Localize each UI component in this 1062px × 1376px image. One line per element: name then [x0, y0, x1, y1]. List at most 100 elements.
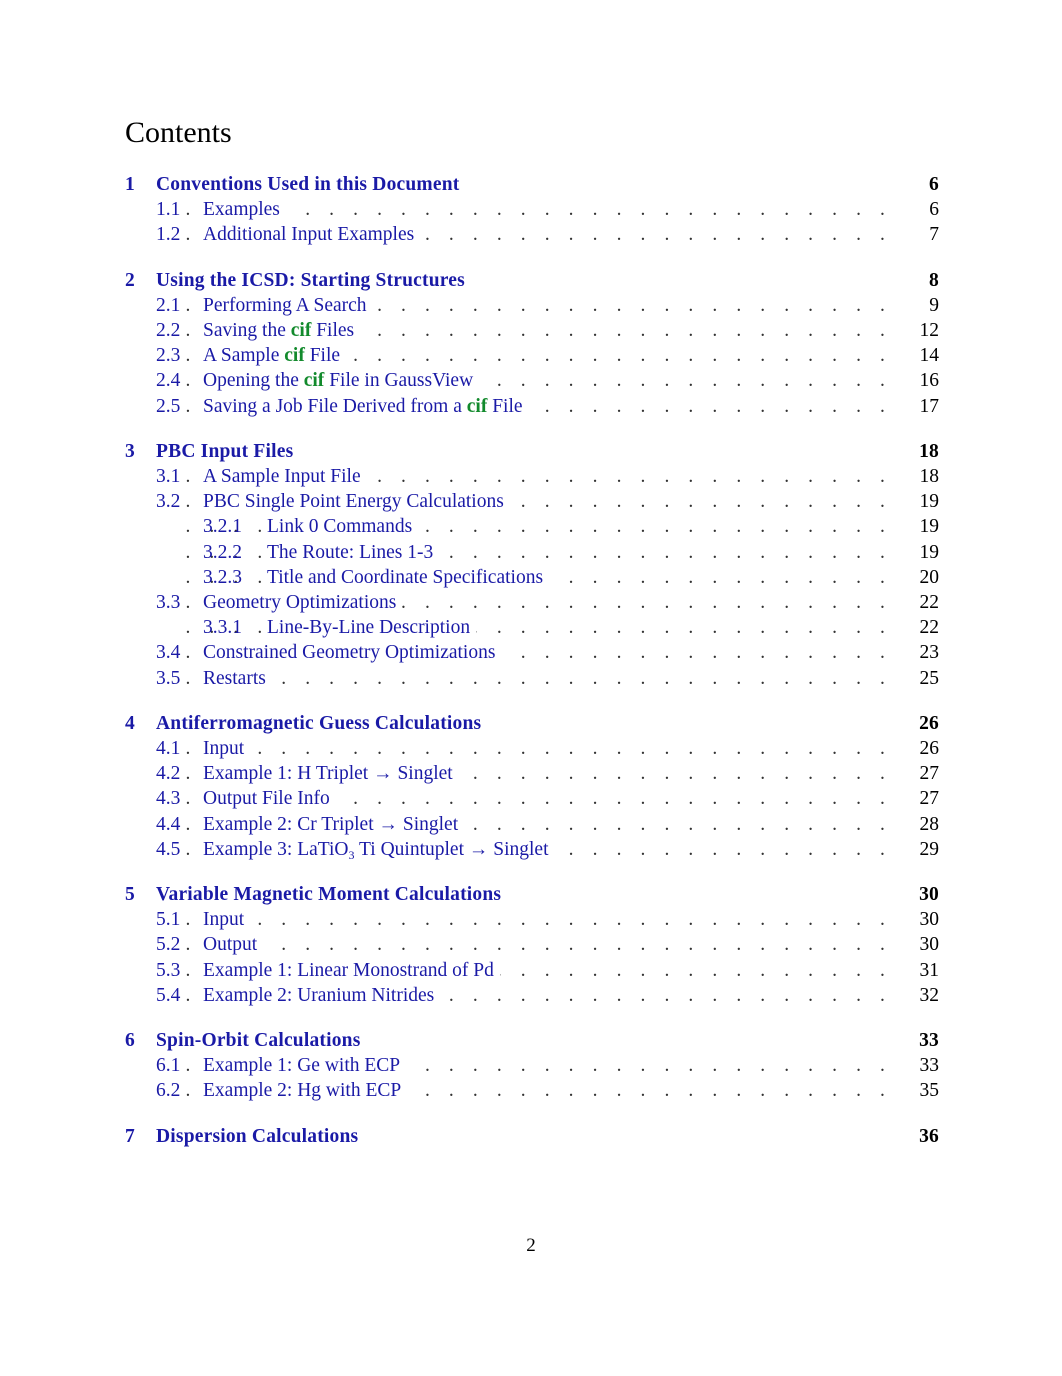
- toc-subsubsection[interactable]: . . . . . . . . . . . . . . . . . . . . …: [0, 565, 1062, 590]
- toc-subsection[interactable]: . . . . . . . . . . . . . . . . . . . . …: [0, 958, 1062, 983]
- toc-subsubsection[interactable]: . . . . . . . . . . . . . . . . . . . . …: [0, 540, 1062, 565]
- toc-page-number[interactable]: 30: [920, 908, 940, 932]
- toc-entry-number[interactable]: 6.1: [156, 1054, 180, 1078]
- toc-subsection[interactable]: . . . . . . . . . . . . . . . . . . . . …: [0, 223, 1062, 248]
- toc-entry-title[interactable]: The Route: Lines 1-3: [267, 540, 440, 565]
- toc-subsection[interactable]: . . . . . . . . . . . . . . . . . . . . …: [0, 293, 1062, 318]
- toc-entry-title[interactable]: Line-By-Line Description: [267, 616, 477, 641]
- toc-page-number[interactable]: 36: [919, 1125, 939, 1149]
- toc-entry-title[interactable]: Link 0 Commands: [267, 515, 419, 540]
- toc-subsection[interactable]: . . . . . . . . . . . . . . . . . . . . …: [0, 787, 1062, 812]
- toc-page-number[interactable]: 27: [920, 787, 940, 811]
- toc-page-number[interactable]: 30: [919, 883, 939, 907]
- toc-page-number[interactable]: 9: [929, 294, 939, 318]
- toc-subsection[interactable]: . . . . . . . . . . . . . . . . . . . . …: [0, 369, 1062, 394]
- toc-page-number[interactable]: 6: [929, 173, 939, 197]
- toc-entry-number[interactable]: 4.4: [156, 813, 180, 837]
- toc-entry-title[interactable]: Performing A Search: [203, 293, 373, 318]
- toc-entry-number[interactable]: 1: [125, 173, 135, 197]
- toc-entry-title[interactable]: Examples: [203, 198, 286, 223]
- toc-page-number[interactable]: 27: [920, 762, 940, 786]
- toc-entry-title[interactable]: Conventions Used in this Document: [156, 173, 466, 197]
- toc-entry-title[interactable]: Additional Input Examples: [203, 223, 421, 248]
- toc-entry-title[interactable]: Output: [203, 933, 264, 958]
- toc-entry-title[interactable]: Saving a Job File Derived from a cif Fil…: [203, 394, 529, 419]
- toc-page-number[interactable]: 33: [919, 1029, 939, 1053]
- toc-entry-title[interactable]: Spin-Orbit Calculations: [156, 1029, 367, 1053]
- toc-subsubsection[interactable]: . . . . . . . . . . . . . . . . . . . . …: [0, 616, 1062, 641]
- toc-entry-number[interactable]: 3.3: [156, 591, 180, 615]
- toc-section[interactable]: 7 Dispersion Calculations 36: [0, 1124, 1062, 1149]
- toc-entry-number[interactable]: 5: [125, 883, 135, 907]
- toc-subsection[interactable]: . . . . . . . . . . . . . . . . . . . . …: [0, 319, 1062, 343]
- toc-subsection[interactable]: . . . . . . . . . . . . . . . . . . . . …: [0, 837, 1062, 862]
- toc-page-number[interactable]: 18: [919, 440, 939, 464]
- toc-entry-title[interactable]: A Sample cif File: [203, 344, 347, 369]
- toc-section[interactable]: 4 Antiferromagnetic Guess Calculations 26: [0, 711, 1062, 736]
- toc-entry-title[interactable]: Variable Magnetic Moment Calculations: [156, 883, 508, 907]
- toc-entry-number[interactable]: 4: [125, 712, 135, 736]
- toc-entry-title[interactable]: PBC Input Files: [156, 439, 300, 464]
- toc-entry-number[interactable]: 4.1: [156, 737, 180, 761]
- toc-page-number[interactable]: 26: [919, 712, 939, 736]
- toc-entry-number[interactable]: 3.2.2: [203, 541, 242, 565]
- toc-subsection[interactable]: . . . . . . . . . . . . . . . . . . . . …: [0, 1054, 1062, 1079]
- toc-page-number[interactable]: 31: [920, 959, 940, 983]
- toc-page-number[interactable]: 29: [920, 838, 940, 862]
- toc-entry-number[interactable]: 3.5: [156, 667, 180, 691]
- toc-entry-title[interactable]: Example 1: H Triplet → Singlet: [203, 762, 459, 787]
- toc-page-number[interactable]: 19: [920, 515, 940, 539]
- toc-entry-number[interactable]: 5.4: [156, 984, 180, 1008]
- toc-entry-number[interactable]: 2: [125, 269, 135, 293]
- toc-subsection[interactable]: . . . . . . . . . . . . . . . . . . . . …: [0, 666, 1062, 691]
- toc-subsection[interactable]: . . . . . . . . . . . . . . . . . . . . …: [0, 933, 1062, 958]
- toc-subsection[interactable]: . . . . . . . . . . . . . . . . . . . . …: [0, 908, 1062, 933]
- toc-entry-number[interactable]: 4.3: [156, 787, 180, 811]
- toc-entry-title[interactable]: Antiferromagnetic Guess Calculations: [156, 711, 488, 736]
- toc-subsection[interactable]: . . . . . . . . . . . . . . . . . . . . …: [0, 394, 1062, 419]
- toc-page-number[interactable]: 33: [920, 1054, 940, 1078]
- toc-entry-title[interactable]: Example 1: Ge with ECP: [203, 1054, 407, 1079]
- toc-page-number[interactable]: 12: [920, 319, 940, 343]
- toc-entry-number[interactable]: 3.2.1: [203, 515, 242, 539]
- toc-section[interactable]: 2 Using the ICSD: Starting Structures 8: [0, 268, 1062, 293]
- toc-entry-title[interactable]: Example 2: Cr Triplet → Singlet: [203, 812, 465, 837]
- toc-entry-number[interactable]: 5.3: [156, 959, 180, 983]
- toc-entry-number[interactable]: 1.1: [156, 198, 180, 222]
- toc-page-number[interactable]: 18: [920, 465, 940, 489]
- toc-entry-number[interactable]: 1.2: [156, 223, 180, 247]
- toc-subsection[interactable]: . . . . . . . . . . . . . . . . . . . . …: [0, 1079, 1062, 1104]
- toc-entry-title[interactable]: Output File Info: [203, 787, 336, 812]
- toc-entry-title[interactable]: Geometry Optimizations: [203, 591, 403, 615]
- toc-entry-title[interactable]: PBC Single Point Energy Calculations: [203, 490, 510, 515]
- toc-entry-number[interactable]: 3.3.1: [203, 616, 242, 640]
- toc-page-number[interactable]: 26: [920, 737, 940, 761]
- toc-entry-title[interactable]: Input: [203, 908, 251, 933]
- toc-entry-title[interactable]: Dispersion Calculations: [156, 1124, 365, 1149]
- toc-page-number[interactable]: 22: [920, 616, 940, 640]
- toc-entry-number[interactable]: 4.2: [156, 762, 180, 786]
- toc-page-number[interactable]: 30: [920, 933, 940, 957]
- toc-entry-title[interactable]: Input: [203, 737, 251, 761]
- toc-entry-number[interactable]: 2.5: [156, 395, 180, 419]
- toc-entry-title[interactable]: A Sample Input File: [203, 465, 367, 489]
- toc-entry-title[interactable]: Example 3: LaTiO3 Ti Quintuplet → Single…: [203, 837, 555, 862]
- toc-entry-number[interactable]: 5.2: [156, 933, 180, 957]
- toc-entry-title[interactable]: Example 2: Hg with ECP: [203, 1079, 408, 1104]
- toc-entry-title[interactable]: Saving the cif Files: [203, 319, 361, 343]
- toc-entry-title[interactable]: Example 2: Uranium Nitrides: [203, 983, 441, 1008]
- toc-entry-number[interactable]: 3.4: [156, 641, 180, 665]
- toc-entry-number[interactable]: 4.5: [156, 838, 180, 862]
- toc-page-number[interactable]: 23: [920, 641, 940, 665]
- toc-entry-number[interactable]: 2.1: [156, 294, 180, 318]
- toc-page-number[interactable]: 28: [920, 813, 940, 837]
- toc-entry-number[interactable]: 3: [125, 440, 135, 464]
- toc-subsection[interactable]: . . . . . . . . . . . . . . . . . . . . …: [0, 591, 1062, 615]
- toc-entry-number[interactable]: 3.2: [156, 490, 180, 514]
- toc-page-number[interactable]: 17: [920, 395, 940, 419]
- toc-subsection[interactable]: . . . . . . . . . . . . . . . . . . . . …: [0, 983, 1062, 1008]
- toc-page-number[interactable]: 32: [920, 984, 940, 1008]
- toc-page-number[interactable]: 35: [920, 1079, 940, 1103]
- toc-entry-number[interactable]: 6: [125, 1029, 135, 1053]
- toc-page-number[interactable]: 6: [929, 198, 939, 222]
